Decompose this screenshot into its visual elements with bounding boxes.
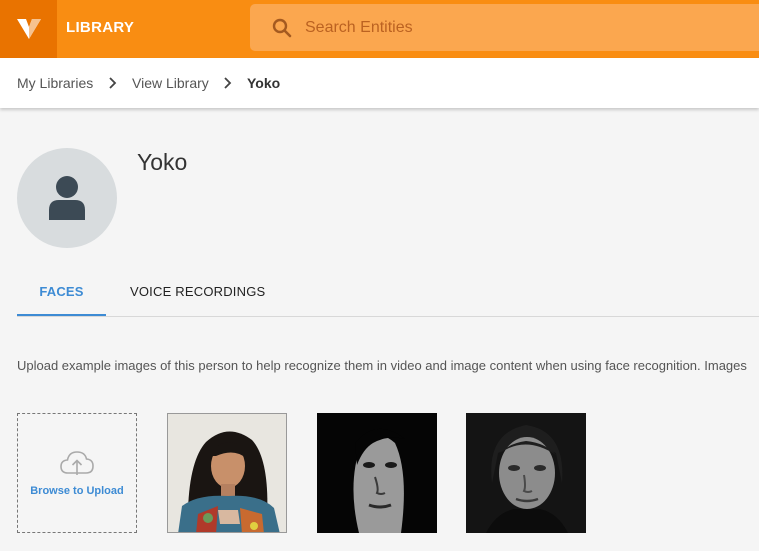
chevron-right-icon <box>224 77 232 89</box>
avatar <box>17 148 117 248</box>
tab-faces[interactable]: FACES <box>17 284 106 316</box>
app-logo[interactable] <box>0 0 57 58</box>
faces-description: Upload example images of this person to … <box>17 358 747 373</box>
person-icon <box>49 176 85 220</box>
app-title: LIBRARY <box>66 19 135 36</box>
breadcrumb-my-libraries[interactable]: My Libraries <box>17 75 93 91</box>
breadcrumb-view-library[interactable]: View Library <box>132 75 209 91</box>
face-image[interactable] <box>167 413 287 533</box>
search-bar[interactable] <box>250 4 759 51</box>
face-image[interactable] <box>317 413 437 533</box>
upload-label: Browse to Upload <box>30 485 124 497</box>
tab-voice-recordings[interactable]: VOICE RECORDINGS <box>130 284 265 299</box>
page-title: Yoko <box>137 149 188 175</box>
chevron-right-icon <box>109 77 117 89</box>
breadcrumb: My Libraries View Library Yoko <box>0 58 759 108</box>
search-icon[interactable] <box>272 18 292 38</box>
breadcrumb-current: Yoko <box>247 75 281 91</box>
tab-divider <box>17 316 759 317</box>
cloud-upload-icon <box>60 451 94 475</box>
browse-upload-button[interactable]: Browse to Upload <box>17 413 137 533</box>
top-bar: LIBRARY <box>0 0 759 58</box>
search-input[interactable] <box>305 4 745 51</box>
vidrovr-logo-icon <box>16 19 41 39</box>
face-image[interactable] <box>466 413 586 533</box>
